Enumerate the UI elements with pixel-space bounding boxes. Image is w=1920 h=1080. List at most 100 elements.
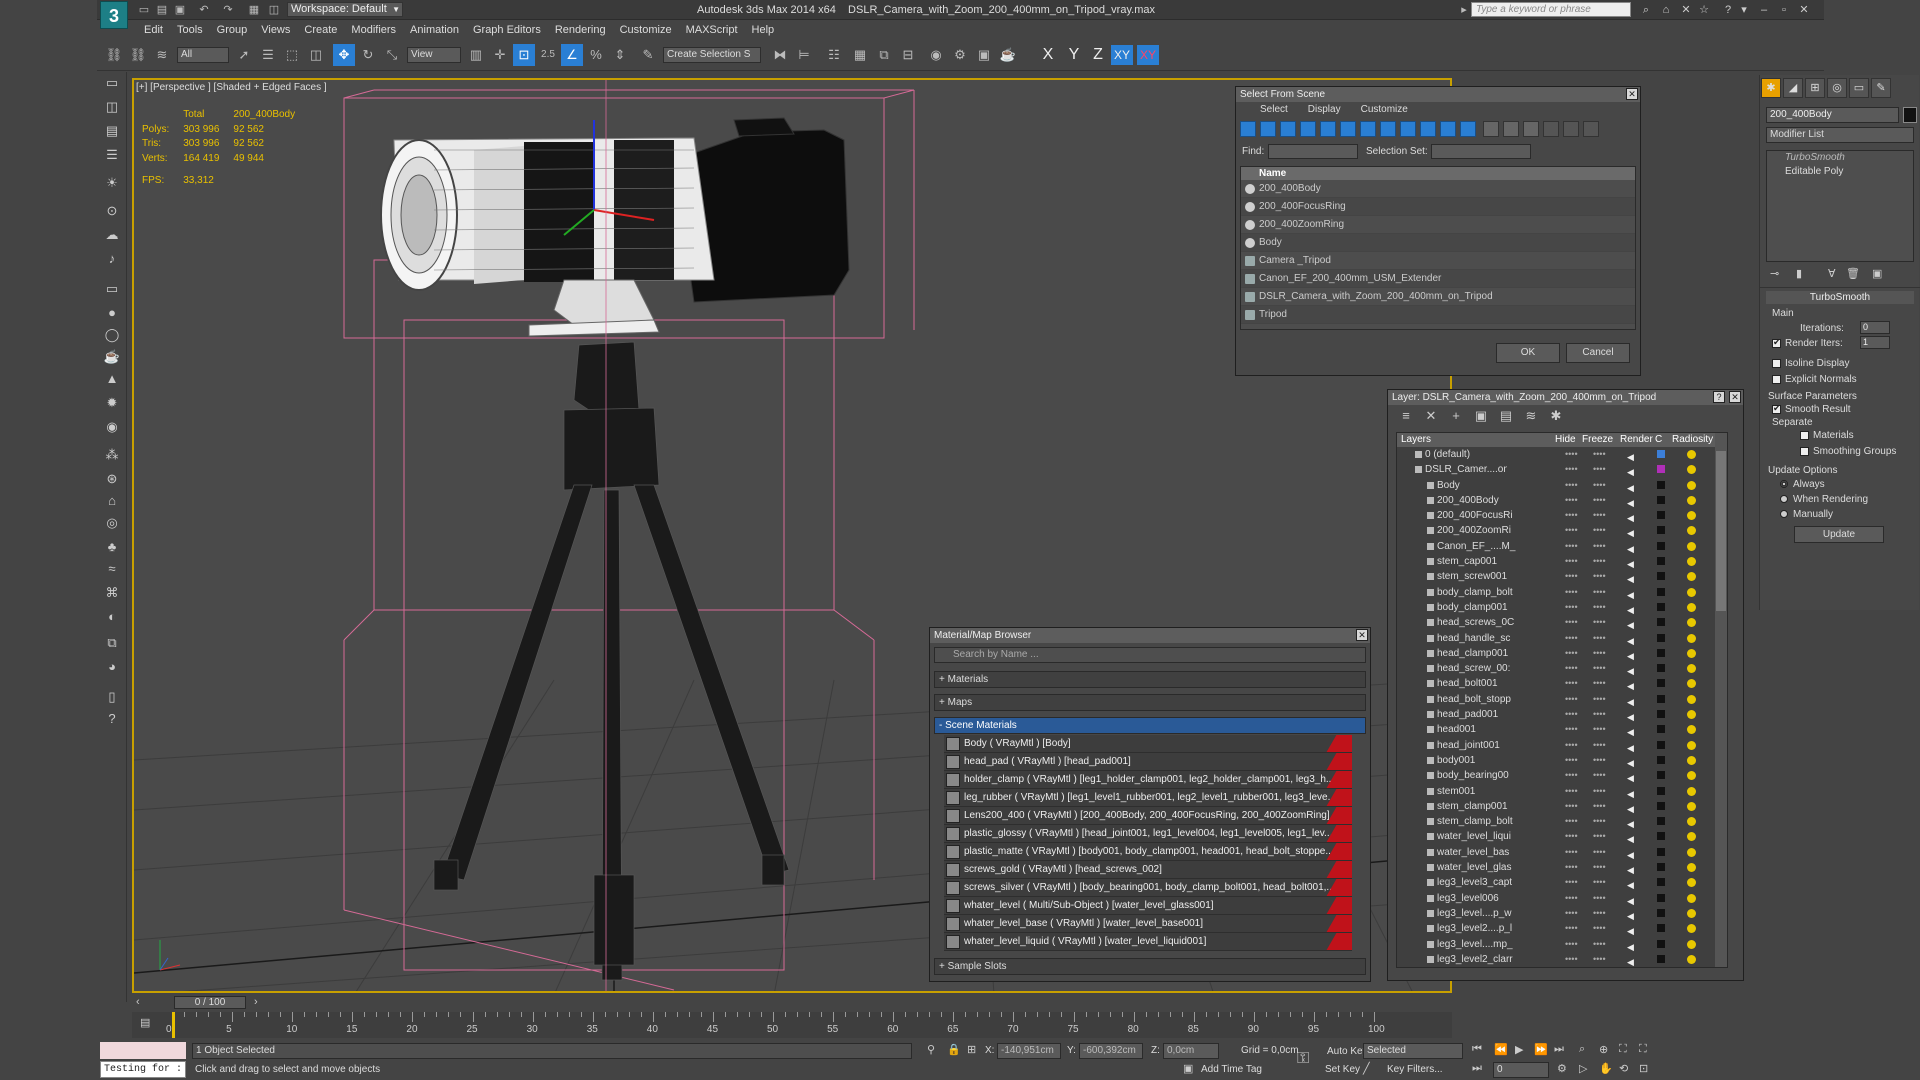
material-row[interactable]: screws_silver ( VRayMtl ) [body_bearing0… <box>944 879 1352 897</box>
smooth-result-checkbox[interactable] <box>1772 403 1781 414</box>
hide-toggle[interactable]: •••• <box>1565 875 1578 890</box>
layer-color-swatch[interactable] <box>1657 893 1665 902</box>
layer-color-swatch[interactable] <box>1657 863 1665 872</box>
scene-object-row[interactable]: Tripod <box>1241 306 1635 324</box>
material-row[interactable]: head_pad ( VRayMtl ) [head_pad001] <box>944 753 1352 771</box>
radiosity-bulb-icon[interactable] <box>1687 465 1696 475</box>
new-icon[interactable]: ▭ <box>137 3 151 17</box>
hide-toggle[interactable]: •••• <box>1565 738 1578 753</box>
layer-manager-icon[interactable]: ☷ <box>823 44 845 66</box>
time-tag-icon[interactable]: ▣ <box>1183 1062 1193 1075</box>
material-search-input[interactable]: Search by Name ... <box>934 647 1366 663</box>
freeze-toggle[interactable]: •••• <box>1593 539 1606 554</box>
layer-color-swatch[interactable] <box>1657 557 1665 566</box>
turbosmooth-rollout[interactable]: TurboSmooth <box>1766 291 1914 304</box>
radiosity-bulb-icon[interactable] <box>1687 694 1696 704</box>
zoom-icon[interactable]: ⌕ <box>1579 1043 1585 1056</box>
sphere-icon[interactable]: ● <box>101 302 123 324</box>
freeze-toggle[interactable]: •••• <box>1593 875 1606 890</box>
project-icon[interactable]: ◫ <box>267 3 281 17</box>
display-shapes-icon[interactable] <box>1260 121 1276 137</box>
freeze-toggle[interactable]: •••• <box>1593 722 1606 737</box>
layer-color-swatch[interactable] <box>1657 648 1665 657</box>
xref-icon[interactable]: ⧉ <box>101 632 123 654</box>
layer-scrollbar[interactable] <box>1715 433 1727 967</box>
display-tab-icon[interactable]: ▭ <box>1849 78 1869 98</box>
mirror-icon[interactable]: ⧓ <box>769 44 791 66</box>
freeze-toggle[interactable]: •••• <box>1593 921 1606 936</box>
axis-y-button[interactable]: Y <box>1063 45 1085 65</box>
layer-row[interactable]: stem001 •••• •••• ◀ <box>1397 784 1727 799</box>
material-row[interactable]: whater_level_base ( VRayMtl ) [water_lev… <box>944 915 1352 933</box>
layer-color-swatch[interactable] <box>1657 740 1665 749</box>
scene-materials-section[interactable]: - Scene Materials <box>934 717 1366 734</box>
workspace-dropdown[interactable]: Workspace: Default ▼ <box>287 2 403 17</box>
find-input[interactable] <box>1268 144 1358 159</box>
modify-tab-icon[interactable]: ◢ <box>1783 78 1803 98</box>
render-iters-checkbox[interactable] <box>1772 337 1781 348</box>
z-coordinate[interactable]: 0,0cm <box>1163 1043 1219 1059</box>
select-by-name-icon[interactable]: ☰ <box>257 44 279 66</box>
isolate-icon[interactable]: ⚲ <box>927 1043 935 1056</box>
save-icon[interactable]: ▣ <box>173 3 187 17</box>
layer-row[interactable]: stem_clamp_bolt •••• •••• ◀ <box>1397 814 1727 829</box>
help-dropdown-icon[interactable]: ▾ <box>1737 3 1751 17</box>
freeze-toggle[interactable]: •••• <box>1593 585 1606 600</box>
menu-create[interactable]: Create <box>297 20 344 40</box>
layer-row[interactable]: head_clamp001 •••• •••• ◀ <box>1397 646 1727 661</box>
axis-x-button[interactable]: X <box>1037 45 1059 65</box>
ok-button[interactable]: OK <box>1496 343 1560 363</box>
radiosity-bulb-icon[interactable] <box>1687 633 1696 643</box>
scene-explorer-icon[interactable]: ☰ <box>101 144 123 166</box>
search-input[interactable]: Type a keyword or phrase <box>1471 2 1631 17</box>
freeze-toggle[interactable]: •••• <box>1593 952 1606 967</box>
hide-toggle[interactable]: •••• <box>1565 585 1578 600</box>
radiosity-bulb-icon[interactable] <box>1687 771 1696 781</box>
freeze-toggle[interactable]: •••• <box>1593 554 1606 569</box>
maps-section[interactable]: + Maps <box>934 694 1366 711</box>
material-row[interactable]: plastic_matte ( VRayMtl ) [body001, body… <box>944 843 1352 861</box>
cage-icon[interactable]: ⌂ <box>101 490 123 512</box>
freeze-toggle[interactable]: •••• <box>1593 753 1606 768</box>
open-icon[interactable]: ▤ <box>155 3 169 17</box>
delete-layer-icon[interactable]: ✕ <box>1423 408 1439 424</box>
radiosity-bulb-icon[interactable] <box>1687 908 1696 918</box>
menu-graph-editors[interactable]: Graph Editors <box>466 20 548 40</box>
layer-color-swatch[interactable] <box>1657 755 1665 764</box>
selection-set-dropdown[interactable] <box>1431 144 1531 159</box>
layer-color-swatch[interactable] <box>1657 450 1665 458</box>
time-slider[interactable]: 0 / 100 <box>174 996 246 1009</box>
hide-toggle[interactable]: •••• <box>1565 600 1578 615</box>
book-icon[interactable]: ▯ <box>101 686 123 708</box>
material-browser-title[interactable]: Material/Map Browser ✕ <box>930 628 1370 643</box>
layer-color-swatch[interactable] <box>1657 832 1665 841</box>
radiosity-bulb-icon[interactable] <box>1687 710 1696 720</box>
separate-materials-checkbox[interactable] <box>1800 431 1809 440</box>
bind-space-warp-icon[interactable]: ≋ <box>151 44 173 66</box>
layer-color-swatch[interactable] <box>1657 710 1665 719</box>
goto-end-icon[interactable]: ⏭ <box>1554 1043 1564 1056</box>
freeze-toggle[interactable]: •••• <box>1593 600 1606 615</box>
search-expand-icon[interactable]: ▸ <box>1457 3 1471 17</box>
hide-toggle[interactable]: •••• <box>1565 829 1578 844</box>
light-icon[interactable]: ☀ <box>101 172 123 194</box>
maxscript-mini-listener[interactable]: Testing for : <box>100 1061 186 1078</box>
freeze-toggle[interactable]: •••• <box>1593 462 1606 477</box>
select-from-scene-title[interactable]: Select From Scene ✕ <box>1236 87 1640 102</box>
radiosity-bulb-icon[interactable] <box>1687 924 1696 934</box>
menu-customize[interactable]: Customize <box>613 20 679 40</box>
layers-column-header[interactable]: Layers <box>1401 434 1431 445</box>
freeze-toggle[interactable]: •••• <box>1593 676 1606 691</box>
hide-toggle[interactable]: •••• <box>1565 952 1578 967</box>
radiosity-bulb-icon[interactable] <box>1687 679 1696 689</box>
set-key-icon[interactable]: ⚿ <box>1297 1050 1309 1068</box>
layer-color-swatch[interactable] <box>1657 511 1665 520</box>
key-mode-icon[interactable]: ⏭ <box>1472 1062 1482 1075</box>
material-editor-icon[interactable]: ◉ <box>925 44 947 66</box>
close-icon[interactable]: ✕ <box>1356 629 1368 641</box>
hide-toggle[interactable]: •••• <box>1565 478 1578 493</box>
goto-start-icon[interactable]: ⏮ <box>1472 1043 1482 1056</box>
material-row[interactable]: whater_level_liquid ( VRayMtl ) [water_l… <box>944 933 1352 951</box>
layer-color-swatch[interactable] <box>1657 771 1665 780</box>
freeze-toggle[interactable]: •••• <box>1593 478 1606 493</box>
